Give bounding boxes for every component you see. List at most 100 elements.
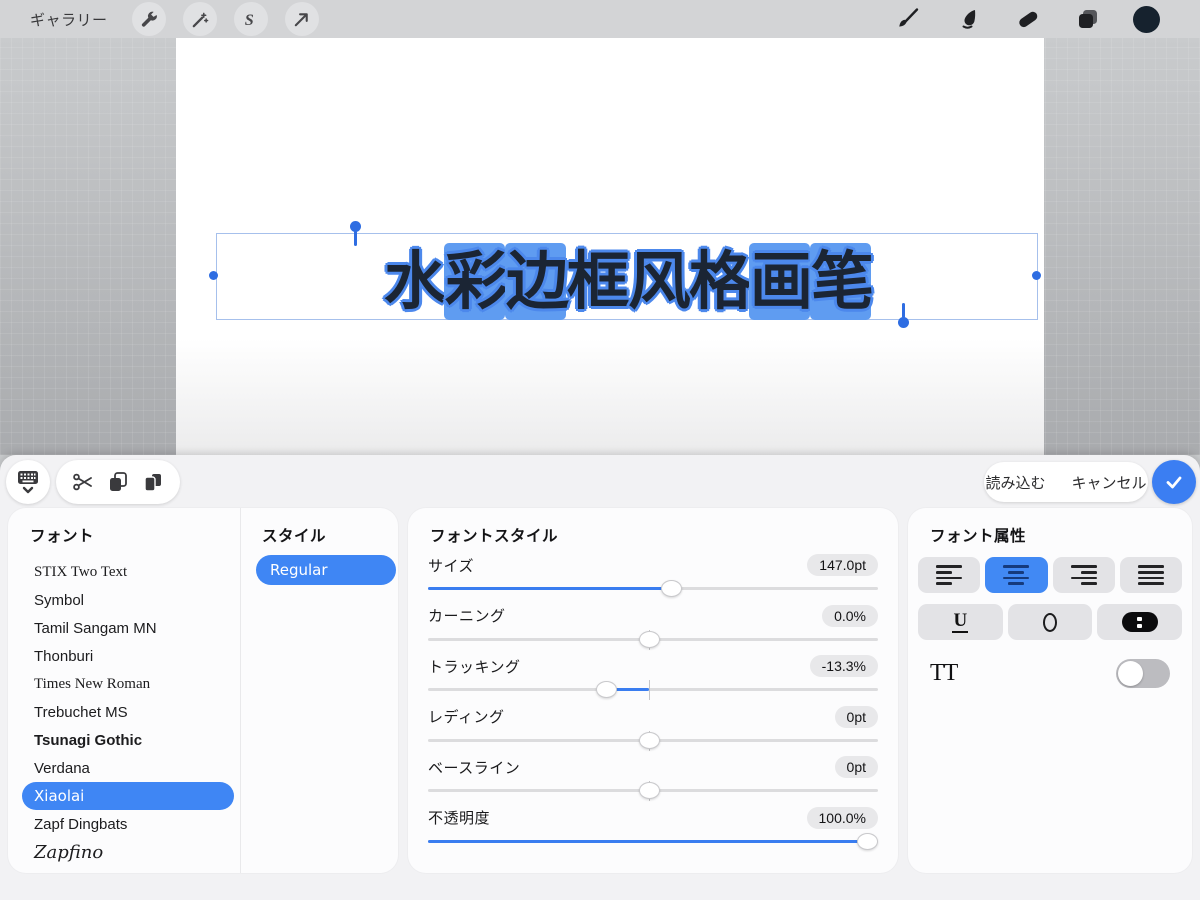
slider-value-badge: 100.0% (806, 806, 878, 829)
adjustments-icon (192, 12, 209, 27)
slider-value-badge: -13.3% (809, 655, 878, 677)
font-list-item-symbol[interactable]: Symbol (22, 586, 234, 614)
slider-thumb[interactable] (638, 630, 660, 648)
import-button[interactable]: 読み込む (985, 472, 1045, 493)
font-list-item-zapf-dingbats[interactable]: Zapf Dingbats (22, 810, 234, 838)
clipboard-actions (56, 460, 180, 504)
tt-label: TT (930, 660, 958, 686)
slider-thumb[interactable] (595, 681, 617, 698)
canvas-char[interactable]: 彩 (444, 243, 508, 320)
font-list-item-times-new-roman[interactable]: Times New Roman (22, 670, 234, 698)
slider-value-badge: 0pt (834, 756, 878, 778)
attributes-panel: フォント属性 U TT (908, 508, 1192, 873)
slider-track[interactable] (428, 580, 878, 598)
font-list-item-tsunagi-gothic[interactable]: Tsunagi Gothic (22, 726, 234, 754)
selection-handle-left[interactable] (209, 271, 218, 280)
cut-icon (73, 473, 93, 491)
eraser-button[interactable] (1013, 4, 1043, 34)
slider-label: トラッキング (428, 658, 521, 676)
align-justify-button[interactable] (1119, 557, 1182, 593)
slider-thumb[interactable] (638, 731, 660, 749)
font-panel-title: フォント (30, 528, 95, 545)
transform-button[interactable] (284, 2, 319, 36)
adjustments-button[interactable] (182, 2, 217, 36)
slider-label: カーニング (428, 608, 506, 625)
font-list-item-stix-two-text[interactable]: STIX Two Text (22, 558, 234, 586)
smudge-button[interactable] (953, 4, 983, 34)
slider-track[interactable] (428, 680, 878, 700)
selection-icon: S (245, 12, 254, 29)
fill-button[interactable] (1097, 604, 1183, 640)
cut-button[interactable] (71, 470, 95, 494)
align-center-button[interactable] (985, 557, 1048, 593)
font-list-item-thonburi[interactable]: Thonburi (22, 642, 234, 670)
canvas-char[interactable]: 格 (688, 243, 752, 320)
font-panel: フォント STIX Two Text Symbol Tamil Sangam MN T… (8, 508, 398, 873)
keyboard-button[interactable] (6, 460, 50, 504)
cancel-button[interactable]: キャンセル (1072, 472, 1147, 493)
underline-button[interactable]: U (918, 604, 1003, 640)
copy-button[interactable] (106, 470, 130, 494)
slider-label: ベースライン (428, 759, 521, 777)
font-list-item-xiaolai[interactable]: Xiaolai (22, 782, 234, 810)
font-list-item-tamil-sangam-mn[interactable]: Tamil Sangam MN (22, 614, 234, 642)
outline-button[interactable] (1007, 604, 1093, 640)
paste-button[interactable] (141, 470, 165, 494)
font-list-item-trebuchet-ms[interactable]: Trebuchet MS (22, 698, 234, 726)
canvas-char[interactable]: 框 (566, 243, 630, 320)
canvas-char[interactable]: 水 (383, 243, 447, 320)
attributes-panel-title: フォント属性 (930, 528, 1027, 545)
slider-fill (428, 839, 867, 843)
slider-label: サイズ (428, 557, 475, 575)
selection-button[interactable]: S (233, 2, 268, 36)
selection-handle-right[interactable] (1032, 271, 1041, 280)
slider-thumb[interactable] (856, 832, 878, 850)
capitalization-row: TT (908, 659, 1192, 688)
selection-pin-top[interactable] (349, 221, 361, 246)
slider-track[interactable] (428, 730, 878, 751)
align-right-button[interactable] (1052, 557, 1115, 593)
canvas-char[interactable]: 边 (505, 243, 569, 320)
alignment-buttons (908, 557, 1192, 593)
layers-icon (1079, 10, 1097, 28)
slider-center-tick (648, 680, 650, 700)
align-left-button[interactable] (918, 557, 981, 593)
slider-row: トラッキング -13.3% (428, 653, 878, 704)
canvas-char[interactable]: 画 (749, 243, 813, 320)
check-icon (1166, 476, 1182, 489)
gallery-button[interactable]: ギャラリー (30, 9, 108, 30)
font-list-item-zapfino[interactable]: Zapfino (22, 838, 234, 866)
align-justify-icon (1137, 565, 1164, 585)
selection-pin-bottom[interactable] (897, 303, 909, 328)
canvas-char[interactable]: 风 (627, 243, 691, 320)
text-editor-sheet: 読み込む キャンセル フォント STIX Two Text Symbol Tamil… (0, 455, 1200, 900)
layers-button[interactable] (1073, 4, 1103, 34)
tt-toggle[interactable] (1116, 659, 1170, 688)
font-list-item-verdana[interactable]: Verdana (22, 754, 234, 782)
color-swatch[interactable] (1133, 5, 1160, 33)
canvas-char[interactable]: 笔 (810, 243, 874, 320)
slider-track[interactable] (428, 781, 878, 801)
canvas-text[interactable]: 水彩边框风格画笔 (383, 231, 874, 322)
panel-divider (240, 508, 241, 873)
style-buttons: U (908, 604, 1192, 640)
slider-track[interactable] (428, 832, 878, 851)
slider-label: レディング (428, 709, 505, 726)
confirm-button[interactable] (1152, 460, 1196, 504)
slider-fill (428, 587, 671, 590)
align-left-icon (936, 565, 963, 585)
svg-text:S: S (245, 12, 254, 29)
eraser-icon (1019, 11, 1038, 28)
wrench-button[interactable] (131, 2, 166, 36)
slider-thumb[interactable] (661, 580, 682, 597)
fontstyle-panel-title: フォントスタイル (430, 528, 559, 545)
slider-track[interactable] (428, 629, 878, 650)
slider-row: サイズ 147.0pt (428, 552, 878, 603)
slider-thumb[interactable] (638, 782, 660, 799)
style-option-regular[interactable]: Regular (256, 555, 396, 585)
sheet-actions: 読み込む キャンセル (984, 462, 1148, 502)
slider-row: レディング 0pt (428, 704, 878, 755)
brush-button[interactable] (893, 4, 923, 34)
text-selection-box[interactable]: 水彩边框风格画笔 (216, 233, 1038, 320)
slider-list: サイズ 147.0pt カーニング 0.0% トラッキング -13.3% レディ… (428, 552, 878, 855)
